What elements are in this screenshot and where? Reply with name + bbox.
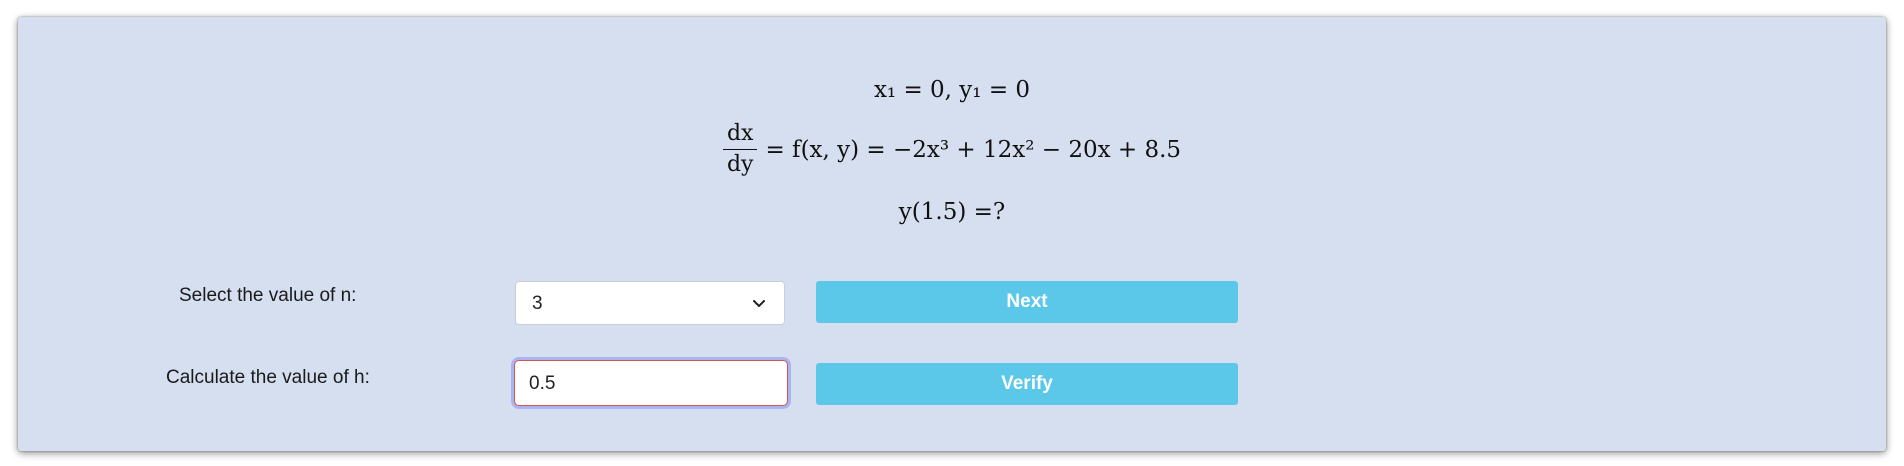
n-select[interactable]: 3 (515, 281, 785, 325)
n-selected-value: 3 (532, 293, 543, 314)
equation-rhs: = f(x, y) = −2x³ + 12x² − 20x + 8.5 (765, 136, 1182, 163)
differential-equation: dx dy = f(x, y) = −2x³ + 12x² − 20x + 8.… (18, 121, 1886, 178)
fraction-denominator: dy (726, 152, 754, 177)
query-expression: y(1.5) =? (898, 199, 1006, 225)
h-label: Calculate the value of h: (166, 367, 370, 388)
next-button[interactable]: Next (816, 281, 1238, 323)
derivative-fraction: dx dy (722, 121, 758, 178)
chevron-down-icon (753, 300, 765, 307)
initial-conditions: x₁ = 0, y₁ = 0 (873, 77, 1031, 103)
verify-button[interactable]: Verify (816, 363, 1238, 405)
n-label: Select the value of n: (179, 285, 357, 306)
fraction-numerator: dx (722, 121, 758, 150)
problem-panel: x₁ = 0, y₁ = 0 dx dy = f(x, y) = −2x³ + … (18, 17, 1886, 451)
h-input[interactable]: 0.5 (514, 360, 788, 406)
